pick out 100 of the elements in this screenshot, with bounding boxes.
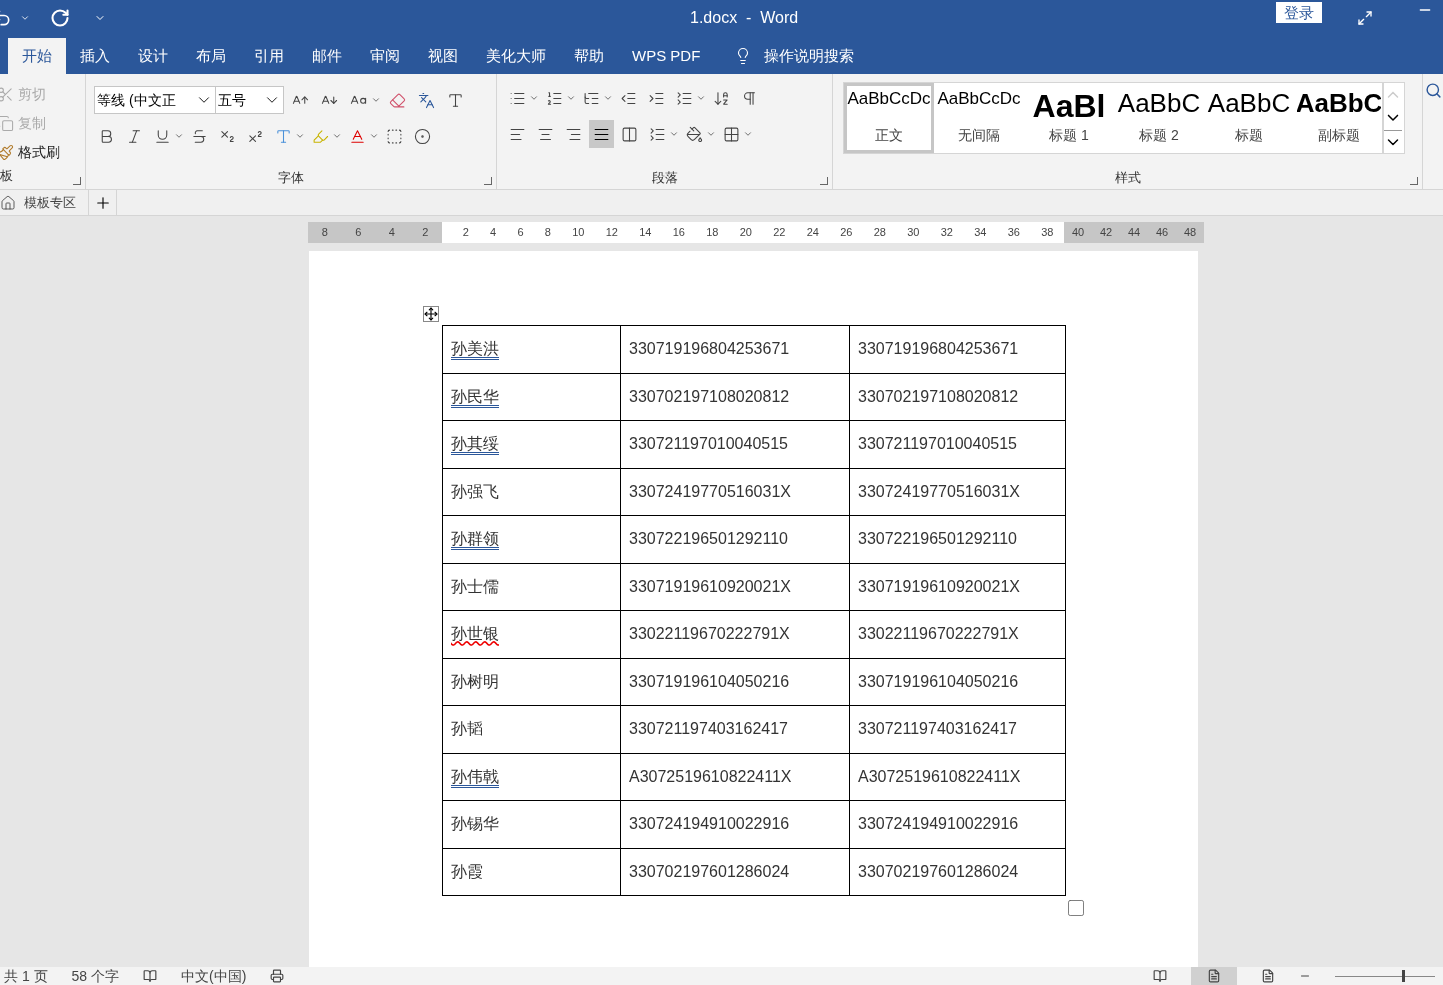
dialog-launcher-icon[interactable] xyxy=(820,177,828,185)
ribbon-tab[interactable]: 邮件 xyxy=(298,38,356,74)
web-layout-icon[interactable] xyxy=(1261,969,1275,983)
ribbon-tab[interactable]: 视图 xyxy=(414,38,472,74)
tell-me-search[interactable]: 操作说明搜索 xyxy=(734,38,855,74)
read-mode-icon[interactable] xyxy=(1153,969,1167,983)
style-preview: AaBbCcDc xyxy=(937,90,1021,107)
style-preview: AaBbC xyxy=(1117,90,1201,116)
caret-icon xyxy=(696,93,706,103)
ribbon-tab[interactable]: 美化大师 xyxy=(472,38,560,74)
ruler-number: 2 xyxy=(422,225,429,241)
ruler-number: 42 xyxy=(1099,225,1113,241)
caret-icon xyxy=(706,129,716,139)
print-layout-button[interactable] xyxy=(1191,967,1237,985)
caret-icon[interactable] xyxy=(20,13,30,23)
ruler-number: 4 xyxy=(490,225,497,241)
table-cell: 33071919610920021X xyxy=(849,563,1066,611)
style-item[interactable]: AaBbC 副标题 xyxy=(1294,83,1382,153)
table-cell: 孙其绥 xyxy=(442,420,621,468)
dialog-launcher-icon[interactable] xyxy=(484,177,492,185)
ribbon-tab[interactable]: 设计 xyxy=(124,38,182,74)
ruler-number: 36 xyxy=(1007,225,1020,241)
table-cell: 孙韬 xyxy=(442,705,621,753)
table-cell: 孙锡华 xyxy=(442,800,621,848)
table-cell: 33022119670222791X xyxy=(620,610,850,658)
ribbon-tab[interactable]: WPS PDF xyxy=(618,38,715,74)
table-cell: 孙世银 xyxy=(442,610,621,658)
ruler-number: 34 xyxy=(974,225,987,241)
table-cell: 330702197108020812 xyxy=(620,373,850,421)
ribbon-tab[interactable]: 布局 xyxy=(182,38,240,74)
table-cell: 330721197010040515 xyxy=(620,420,850,468)
ruler-number: 20 xyxy=(739,225,752,241)
table-resize-handle-icon[interactable] xyxy=(1066,898,1086,918)
ruler-number: 30 xyxy=(907,225,920,241)
ruler-number: 2 xyxy=(462,225,469,241)
table-cell: 330702197108020812 xyxy=(849,373,1066,421)
table-cell: 孙美洪 xyxy=(442,325,621,373)
caret-icon xyxy=(369,131,379,141)
table-cell: 330719196104050216 xyxy=(620,658,850,706)
ribbon-tab[interactable]: 帮助 xyxy=(560,38,618,74)
font-name-field[interactable]: 等线 (中文正 xyxy=(94,86,216,114)
table-move-handle-icon[interactable] xyxy=(423,306,439,322)
table-cell: 330722196501292110 xyxy=(620,515,850,563)
table-cell: 33072419770516031X xyxy=(849,468,1066,516)
table-cell: 33072419770516031X xyxy=(620,468,850,516)
style-name: 副标题 xyxy=(1318,126,1360,145)
word-count[interactable]: 58 个字 xyxy=(71,967,120,985)
ribbon-tab[interactable]: 引用 xyxy=(240,38,298,74)
table-cell: 孙群领 xyxy=(442,515,621,563)
slider-thumb[interactable] xyxy=(1402,970,1405,982)
group-label: 段落 xyxy=(651,168,678,187)
dialog-launcher-icon[interactable] xyxy=(73,177,81,185)
ruler-number: 40 xyxy=(1071,225,1085,241)
page-count[interactable]: 共 1 页 xyxy=(4,967,48,985)
scissors-icon xyxy=(0,86,14,103)
style-preview: AaBl xyxy=(1032,90,1106,122)
ribbon-tab[interactable]: 审阅 xyxy=(356,38,414,74)
ruler-number: 16 xyxy=(672,225,685,241)
table-cell: 330721197403162417 xyxy=(849,705,1066,753)
ribbon-tab[interactable]: 插入 xyxy=(66,38,124,74)
caret-icon xyxy=(371,95,381,105)
login-button[interactable]: 登录 xyxy=(1276,2,1322,23)
ruler-number: 24 xyxy=(806,225,819,241)
table-cell: 330721197010040515 xyxy=(849,420,1066,468)
table-cell: 330724194910022916 xyxy=(620,800,850,848)
style-item[interactable]: AaBbC 标题 2 xyxy=(1114,83,1204,153)
language-status[interactable]: 中文(中国) xyxy=(181,967,247,985)
caret-icon xyxy=(566,93,576,103)
search-icon[interactable] xyxy=(1425,82,1442,99)
ruler-number: 32 xyxy=(940,225,953,241)
style-item[interactable]: AaBbCcDc 无间隔 xyxy=(934,83,1024,153)
table-cell: 330722196501292110 xyxy=(849,515,1066,563)
home-icon xyxy=(0,194,16,211)
style-preview: AaBbC xyxy=(1207,90,1291,116)
ruler-number: 28 xyxy=(873,225,886,241)
ruler-number: 26 xyxy=(840,225,853,241)
caret-icon xyxy=(295,131,305,141)
table-cell: 330719196804253671 xyxy=(849,325,1066,373)
page-icon xyxy=(1207,969,1221,983)
redo-icon[interactable] xyxy=(50,8,70,28)
font-size-field[interactable]: 五号 xyxy=(216,86,284,114)
style-preview: AaBbCcDc xyxy=(847,90,931,107)
table-cell: 330719196104050216 xyxy=(849,658,1066,706)
style-item[interactable]: AaBl 标题 1 xyxy=(1024,83,1114,153)
style-name: 标题 1 xyxy=(1049,126,1089,145)
zoom-slider[interactable] xyxy=(1335,970,1435,982)
document-tab[interactable]: 模板专区 xyxy=(0,190,89,215)
table-cell: 330719196804253671 xyxy=(620,325,850,373)
table-cell: 孙强飞 xyxy=(442,468,621,516)
style-preview: AaBbC xyxy=(1297,90,1381,116)
justify-button[interactable] xyxy=(589,120,614,148)
copy-icon xyxy=(0,115,14,132)
ruler-number: 44 xyxy=(1127,225,1141,241)
caret-icon xyxy=(332,131,342,141)
style-item[interactable]: AaBbCcDc 正文 xyxy=(844,83,934,153)
dialog-launcher-icon[interactable] xyxy=(1410,177,1418,185)
ruler-number: 8 xyxy=(321,225,328,241)
style-item[interactable]: AaBbC 标题 xyxy=(1204,83,1294,153)
ribbon-tab[interactable]: 开始 xyxy=(8,38,66,74)
clipboard-button[interactable]: 格式刷 xyxy=(0,138,85,167)
